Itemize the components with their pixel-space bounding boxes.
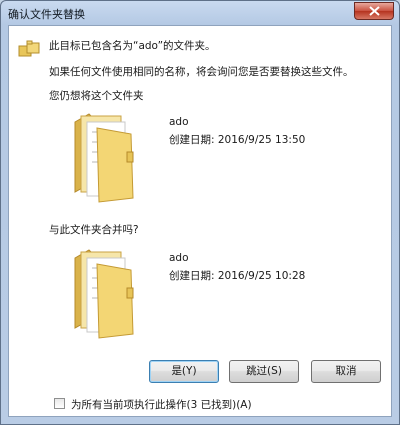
close-icon	[369, 6, 380, 16]
skip-button[interactable]: 跳过(S)	[229, 360, 299, 383]
target-folder-icon[interactable]	[71, 248, 141, 340]
close-button[interactable]	[354, 2, 394, 20]
source-folder-date: 创建日期: 2016/9/25 13:50	[169, 134, 306, 146]
source-folder-name: ado	[169, 116, 189, 128]
move-prompt-text: 您仍想将这个文件夹	[49, 90, 144, 102]
target-folder-name: ado	[169, 252, 189, 264]
headline-text: 此目标已包含名为“ado”的文件夹。	[49, 40, 216, 52]
cancel-button[interactable]: 取消	[311, 360, 381, 383]
folder-conflict-icon	[18, 40, 40, 57]
title-bar[interactable]: 确认文件夹替换	[1, 1, 399, 25]
confirm-folder-replace-dialog: 确认文件夹替换 此目标已包含名为“ado”的文件夹。 如果任何文件使用相同的名称…	[0, 0, 400, 425]
window-title: 确认文件夹替换	[8, 8, 85, 21]
dialog-content: 此目标已包含名为“ado”的文件夹。 如果任何文件使用相同的名称，将会询问您是否…	[8, 25, 392, 417]
apply-all-checkbox[interactable]	[54, 398, 65, 409]
yes-button[interactable]: 是(Y)	[149, 360, 219, 383]
detail-text: 如果任何文件使用相同的名称，将会询问您是否要替换这些文件。	[49, 66, 354, 78]
target-folder-date: 创建日期: 2016/9/25 10:28	[169, 270, 306, 282]
apply-all-label[interactable]: 为所有当前项执行此操作(3 已找到)(A)	[71, 397, 252, 412]
source-folder-icon[interactable]	[71, 112, 141, 204]
merge-prompt-text: 与此文件夹合并吗?	[49, 224, 139, 236]
